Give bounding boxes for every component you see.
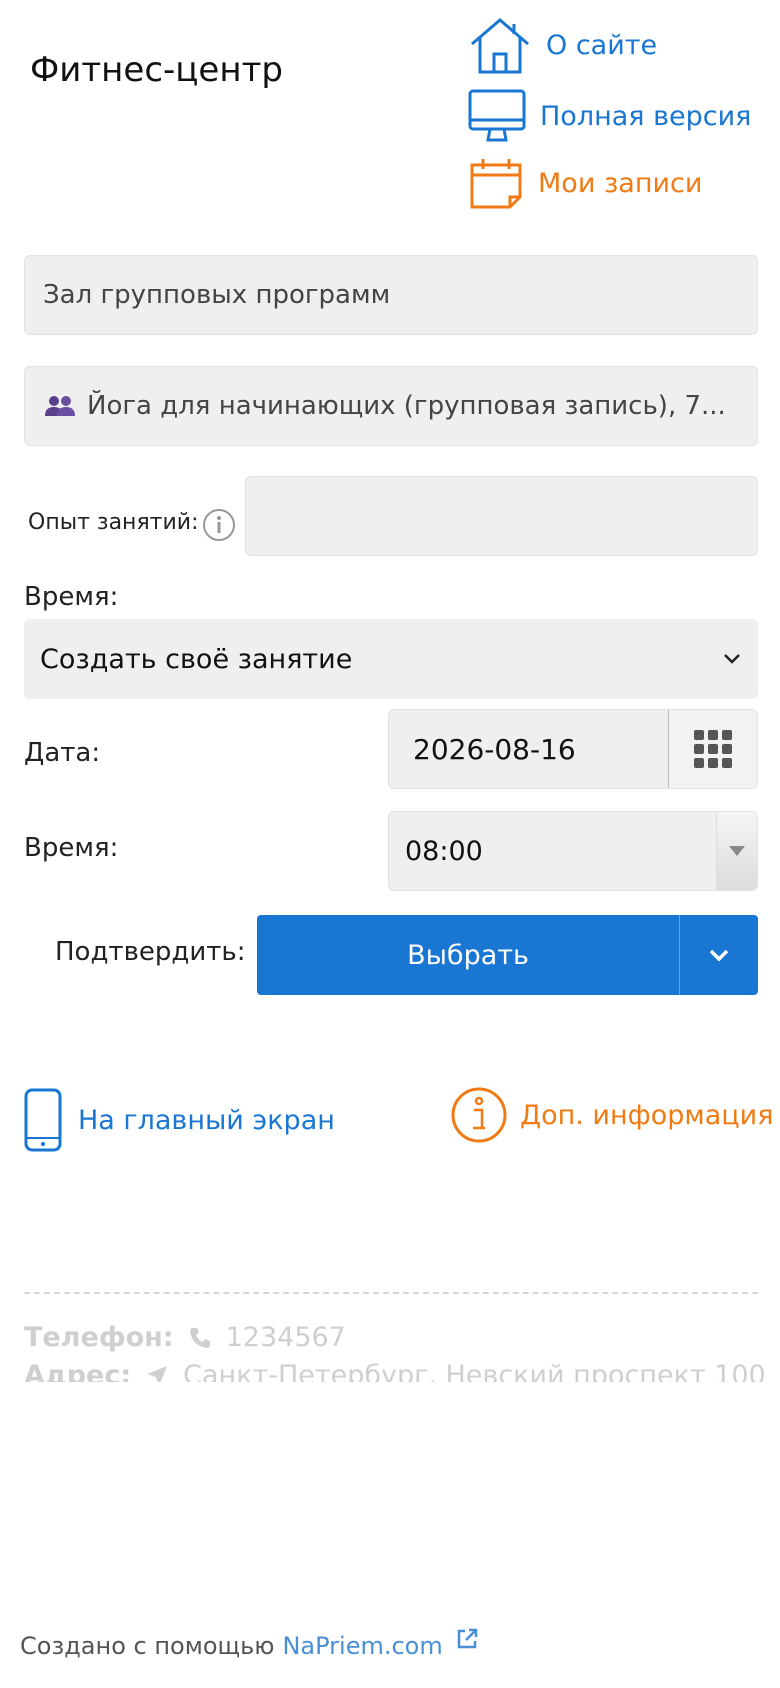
chevron-down-icon (724, 654, 740, 664)
my-records-link[interactable]: Мои записи (468, 155, 702, 211)
grid-icon (694, 730, 732, 768)
date-picker-button[interactable] (668, 710, 757, 788)
address-value: Санкт-Петербург, Невский проспект 100 (183, 1360, 766, 1382)
time-select-value: Создать своё занятие (40, 643, 353, 675)
full-version-link[interactable]: Полная версия (468, 88, 751, 144)
info-icon[interactable] (202, 508, 236, 542)
address-contact: Адрес: Санкт-Петербург, Невский проспект… (24, 1360, 766, 1382)
phone-contact: Телефон: 1234567 (24, 1322, 346, 1353)
choose-dropdown-button[interactable] (679, 915, 758, 995)
confirm-label: Подтвердить: (55, 937, 246, 967)
more-info-link[interactable]: Доп. информация (450, 1086, 773, 1144)
address-label: Адрес: (24, 1360, 132, 1382)
time2-label: Время: (24, 833, 119, 863)
my-records-link-label: Мои записи (538, 167, 703, 199)
time2-select-value: 08:00 (405, 835, 483, 867)
monitor-icon (468, 89, 526, 142)
choose-button[interactable]: Выбрать (257, 915, 679, 995)
phone-label: Телефон: (24, 1322, 174, 1353)
about-link-label: О сайте (546, 29, 658, 61)
info-icon (451, 1087, 507, 1143)
about-link[interactable]: О сайте (468, 16, 657, 74)
more-info-link-label: Доп. информация (520, 1099, 774, 1131)
phone-icon (189, 1327, 210, 1348)
program-select-value: Йога для начинающих (групповая запись), … (87, 391, 726, 421)
time-label: Время: (24, 582, 119, 612)
external-link-icon[interactable] (455, 1627, 479, 1651)
phone-device-icon (24, 1088, 62, 1152)
address-clip: Адрес: Санкт-Петербург, Невский проспект… (0, 1360, 780, 1382)
date-label: Дата: (24, 738, 101, 768)
home-screen-link-label: На главный экран (78, 1104, 335, 1136)
time-select[interactable]: Создать своё занятие (24, 619, 758, 699)
time2-dropdown-button[interactable] (716, 812, 757, 890)
full-version-link-label: Полная версия (540, 100, 752, 132)
calendar-icon (470, 159, 522, 209)
date-input-value: 2026-08-16 (413, 732, 576, 766)
created-with-text: Создано с помощью (20, 1632, 275, 1660)
experience-input[interactable] (245, 476, 758, 556)
program-select[interactable]: Йога для начинающих (групповая запись), … (24, 366, 758, 446)
page-title: Фитнес-центр (30, 50, 283, 90)
hall-select[interactable]: Зал групповых программ (24, 255, 758, 335)
created-with: Создано с помощью NaPriem.com (20, 1628, 479, 1660)
footer-divider (24, 1292, 758, 1294)
phone-value[interactable]: 1234567 (226, 1322, 346, 1353)
hall-select-value: Зал групповых программ (43, 280, 391, 310)
home-icon (471, 18, 529, 74)
time2-select[interactable]: 08:00 (388, 811, 758, 891)
brand-link[interactable]: NaPriem.com (282, 1632, 442, 1660)
location-arrow-icon (147, 1365, 168, 1382)
experience-label: Опыт занятий: (28, 510, 199, 535)
date-input[interactable]: 2026-08-16 (388, 709, 758, 789)
users-icon (45, 396, 75, 416)
home-screen-link[interactable]: На главный экран (24, 1088, 335, 1152)
choose-button-group: Выбрать (257, 915, 758, 995)
chevron-down-icon (709, 949, 729, 962)
caret-down-icon (729, 846, 745, 856)
